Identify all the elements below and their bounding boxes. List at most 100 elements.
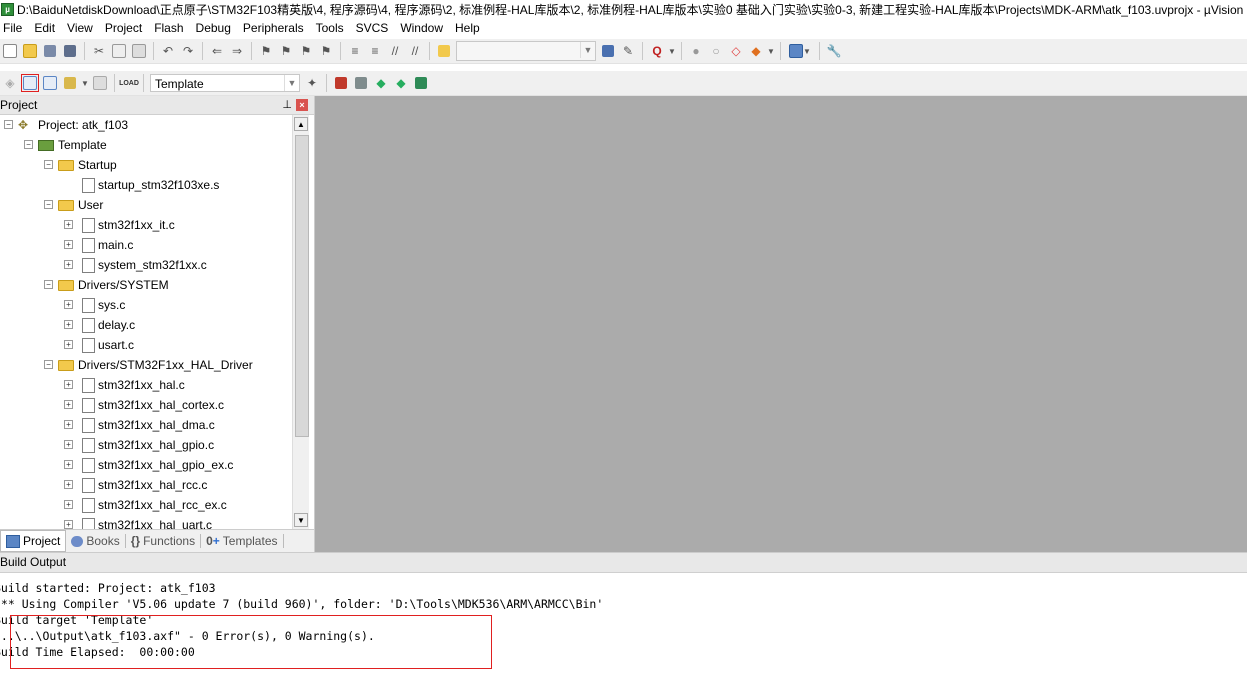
- find-icon[interactable]: [599, 42, 617, 60]
- translate-icon[interactable]: ◈: [1, 74, 19, 92]
- next-bookmark-icon[interactable]: ⚑: [297, 42, 315, 60]
- tab-functions[interactable]: {} Functions: [126, 531, 200, 551]
- pack-installer-icon[interactable]: ◆: [372, 74, 390, 92]
- menu-edit[interactable]: Edit: [28, 18, 61, 38]
- enable-breakpoint-icon[interactable]: ○: [707, 42, 725, 60]
- tree-item-file[interactable]: + stm32f1xx_hal_dma.c: [0, 415, 292, 435]
- chevron-down-icon[interactable]: ▼: [767, 42, 775, 60]
- collapse-icon[interactable]: −: [24, 140, 33, 149]
- expand-icon[interactable]: +: [64, 400, 73, 409]
- manage-project-items-icon[interactable]: [332, 74, 350, 92]
- disable-breakpoints-icon[interactable]: ◇: [727, 42, 745, 60]
- menu-window[interactable]: Window: [394, 18, 449, 38]
- tree-item-target[interactable]: − Template: [0, 135, 292, 155]
- project-tree-scrollbar[interactable]: ▲ ▼: [292, 115, 309, 529]
- expand-icon[interactable]: +: [64, 500, 73, 509]
- comment-icon[interactable]: //: [386, 42, 404, 60]
- scroll-up-arrow-icon[interactable]: ▲: [294, 117, 308, 131]
- window-layout-icon[interactable]: ▼: [786, 42, 814, 60]
- collapse-icon[interactable]: −: [4, 120, 13, 129]
- previous-bookmark-icon[interactable]: ⚑: [277, 42, 295, 60]
- tree-item-file[interactable]: + stm32f1xx_it.c: [0, 215, 292, 235]
- tree-item-file[interactable]: + stm32f1xx_hal_rcc.c: [0, 475, 292, 495]
- tree-item-file[interactable]: + stm32f1xx_hal_gpio.c: [0, 435, 292, 455]
- chevron-down-icon[interactable]: ▼: [668, 42, 676, 60]
- find-in-files-icon[interactable]: [435, 42, 453, 60]
- tree-item-folder[interactable]: − Startup: [0, 155, 292, 175]
- select-packs-icon[interactable]: [352, 74, 370, 92]
- menu-view[interactable]: View: [61, 18, 99, 38]
- menu-debug[interactable]: Debug: [190, 18, 237, 38]
- insert-bookmark-icon[interactable]: ⚑: [257, 42, 275, 60]
- indent-icon[interactable]: ≡: [346, 42, 364, 60]
- tree-item-project[interactable]: − ✥ Project: atk_f103: [0, 115, 292, 135]
- menu-tools[interactable]: Tools: [310, 18, 350, 38]
- tab-books[interactable]: Books: [66, 531, 124, 551]
- chevron-down-icon[interactable]: ▼: [284, 75, 299, 91]
- uncomment-icon[interactable]: //: [406, 42, 424, 60]
- menu-peripherals[interactable]: Peripherals: [237, 18, 310, 38]
- menu-file[interactable]: File: [0, 18, 28, 38]
- expand-icon[interactable]: +: [64, 320, 73, 329]
- clear-bookmarks-icon[interactable]: ⚑: [317, 42, 335, 60]
- menu-help[interactable]: Help: [449, 18, 486, 38]
- collapse-icon[interactable]: −: [44, 200, 53, 209]
- tree-item-file[interactable]: + main.c: [0, 235, 292, 255]
- kill-breakpoints-icon[interactable]: ◆: [747, 42, 765, 60]
- expand-icon[interactable]: +: [64, 340, 73, 349]
- tree-item-file[interactable]: + stm32f1xx_hal.c: [0, 375, 292, 395]
- expand-icon[interactable]: +: [64, 460, 73, 469]
- open-folder-icon[interactable]: [21, 42, 39, 60]
- expand-icon[interactable]: +: [64, 260, 73, 269]
- configure-wrench-icon[interactable]: 🔧: [825, 42, 843, 60]
- menu-svcs[interactable]: SVCS: [350, 18, 395, 38]
- options-for-target-icon[interactable]: ✦: [303, 74, 321, 92]
- chevron-down-icon[interactable]: ▼: [580, 42, 595, 58]
- tree-item-file[interactable]: + usart.c: [0, 335, 292, 355]
- manage-runtime-icon[interactable]: ◆: [392, 74, 410, 92]
- incremental-find-icon[interactable]: ✎: [619, 42, 637, 60]
- expand-icon[interactable]: +: [64, 220, 73, 229]
- tree-item-file[interactable]: + stm32f1xx_hal_cortex.c: [0, 395, 292, 415]
- expand-icon[interactable]: +: [64, 420, 73, 429]
- insert-breakpoint-icon[interactable]: ●: [687, 42, 705, 60]
- tree-item-file[interactable]: + stm32f1xx_hal_gpio_ex.c: [0, 455, 292, 475]
- rebuild-icon[interactable]: [41, 74, 59, 92]
- scroll-down-arrow-icon[interactable]: ▼: [294, 513, 308, 527]
- tree-item-folder[interactable]: − Drivers/SYSTEM: [0, 275, 292, 295]
- expand-icon[interactable]: +: [64, 520, 73, 529]
- tree-item-folder[interactable]: − User: [0, 195, 292, 215]
- tree-item-file[interactable]: startup_stm32f103xe.s: [0, 175, 292, 195]
- navigate-forward-icon[interactable]: ⇒: [228, 42, 246, 60]
- menu-flash[interactable]: Flash: [148, 18, 189, 38]
- expand-icon[interactable]: +: [64, 440, 73, 449]
- undo-icon[interactable]: ↶: [159, 42, 177, 60]
- editor-area[interactable]: [315, 96, 1247, 552]
- target-select[interactable]: Template ▼: [150, 74, 300, 92]
- expand-icon[interactable]: +: [64, 240, 73, 249]
- event-recorder-icon[interactable]: [412, 74, 430, 92]
- tab-templates[interactable]: 0+ Templates: [201, 531, 282, 551]
- build-output-text[interactable]: Build started: Project: atk_f103 *** Usi…: [0, 573, 1247, 660]
- tree-item-file[interactable]: + delay.c: [0, 315, 292, 335]
- tree-item-file[interactable]: + stm32f1xx_hal_rcc_ex.c: [0, 495, 292, 515]
- batch-build-icon[interactable]: [61, 74, 79, 92]
- navigate-back-icon[interactable]: ⇐: [208, 42, 226, 60]
- pin-icon[interactable]: ⊥: [282, 96, 292, 114]
- save-all-icon[interactable]: [61, 42, 79, 60]
- build-icon[interactable]: [21, 74, 39, 92]
- collapse-icon[interactable]: −: [44, 280, 53, 289]
- unindent-icon[interactable]: ≡: [366, 42, 384, 60]
- collapse-icon[interactable]: −: [44, 360, 53, 369]
- cut-icon[interactable]: ✂: [90, 42, 108, 60]
- new-file-icon[interactable]: [1, 42, 19, 60]
- collapse-icon[interactable]: −: [44, 160, 53, 169]
- expand-icon[interactable]: +: [64, 300, 73, 309]
- stop-build-icon[interactable]: [91, 74, 109, 92]
- expand-icon[interactable]: +: [64, 380, 73, 389]
- tab-project[interactable]: Project: [0, 530, 67, 552]
- menu-project[interactable]: Project: [99, 18, 148, 38]
- tree-item-folder[interactable]: − Drivers/STM32F1xx_HAL_Driver: [0, 355, 292, 375]
- download-load-icon[interactable]: LOAD: [119, 74, 139, 92]
- redo-icon[interactable]: ↷: [179, 42, 197, 60]
